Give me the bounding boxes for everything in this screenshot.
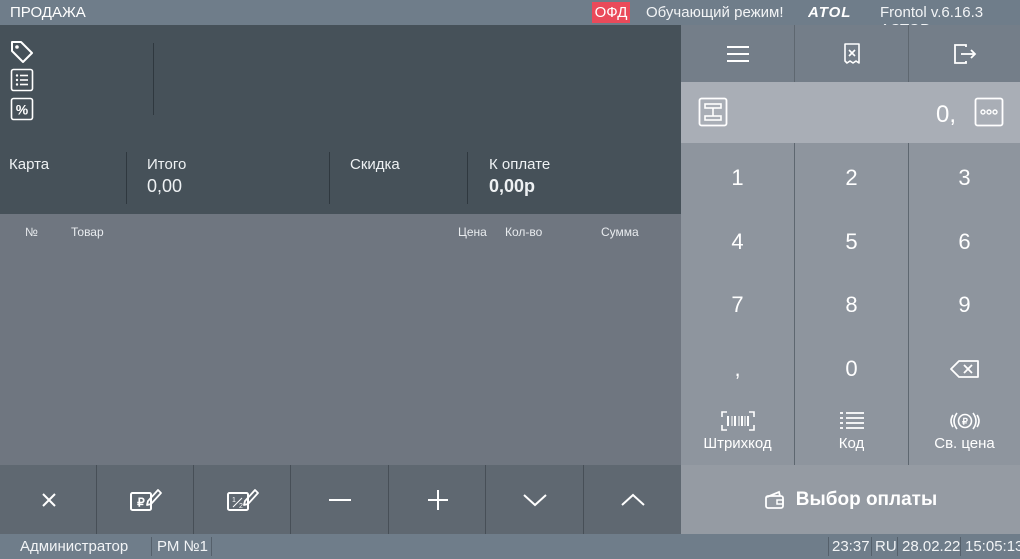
key-9[interactable]: 9 [908,273,1020,337]
divider [151,537,152,556]
divider [897,537,898,556]
chevron-down-icon [522,493,547,506]
divider [467,152,468,204]
code-label: Код [838,434,865,452]
current-user: Администратор [20,538,129,555]
column-product: Товар [71,225,104,239]
menu-button[interactable] [681,25,794,82]
key-5[interactable]: 5 [795,210,908,274]
training-mode-label: Обучающий режим! [646,4,784,21]
cancel-receipt-icon [843,42,860,64]
column-sum: Сумма [601,225,639,239]
delete-item-button[interactable] [0,465,97,534]
divider [126,152,127,204]
column-quantity: Кол-во [505,225,543,239]
logout-button[interactable] [909,25,1020,82]
minus-icon [328,498,351,501]
wallet-icon [764,490,784,509]
edit-quantity-icon: 12 [226,488,259,511]
key-6[interactable]: 6 [908,210,1020,274]
total-value: 0,00 [147,176,183,196]
key-0[interactable]: 0 [795,337,908,401]
divider [828,537,829,556]
menu-icon [726,45,749,62]
backspace-icon [949,360,979,378]
total-label: Итого [147,156,187,173]
logout-icon [953,43,976,64]
chevron-up-icon [620,493,645,506]
svg-text:ATOL: ATOL [808,4,851,20]
svg-text:%: % [16,102,29,118]
percent-icon[interactable]: % [10,97,34,121]
decrease-button[interactable] [291,465,388,534]
barcode-button[interactable]: Штрихкод [681,398,794,464]
brand-logo: ATOL [808,4,872,20]
atol-logo: ATOL [808,4,851,20]
current-time: 15:05:13 [965,538,1020,555]
divider [329,152,330,204]
divider [960,537,961,556]
more-icon [974,97,1004,127]
cancel-receipt-button[interactable] [795,25,908,82]
scale-icon [698,97,728,127]
key-2[interactable]: 2 [795,146,908,210]
key-7[interactable]: 7 [681,273,794,337]
payment-selection-button[interactable]: Выбор оплаты [681,465,1020,534]
key-8[interactable]: 8 [795,273,908,337]
divider [153,43,154,115]
edit-quantity-button[interactable]: 12 [194,465,291,534]
to-pay-value: 0,00р [489,176,536,196]
title-bar: ПРОДАЖА ОФД Обучающий режим! ATOL Fronto… [0,0,1020,38]
column-number: № [25,225,38,239]
tag-icon[interactable] [9,39,35,63]
discount-label: Скидка [350,156,400,173]
ofd-badge: ОФД [592,2,630,23]
plus-icon [427,489,448,510]
svg-text:₽: ₽ [137,495,145,509]
to-pay-label: К оплате [489,156,551,173]
key-3[interactable]: 3 [908,146,1020,210]
free-price-button[interactable]: ₽ Св. цена [908,398,1020,464]
display-value: 0, [935,101,956,128]
more-button[interactable] [974,97,1004,127]
input-display [681,82,1020,143]
key-4[interactable]: 4 [681,210,794,274]
svg-text:₽: ₽ [962,416,968,426]
payment-selection-label: Выбор оплаты [795,488,938,510]
move-down-button[interactable] [486,465,583,534]
list-icon[interactable] [10,68,34,92]
divider [871,537,872,556]
code-list-icon [839,411,864,429]
shift-time: 23:37 [832,538,870,555]
key-comma[interactable]: , [681,337,794,401]
key-1[interactable]: 1 [681,146,794,210]
status-bar: Администратор РМ №1 23:37 RU 28.02.22 15… [0,534,1020,559]
column-price: Цена [458,225,487,239]
card-label: Карта [9,156,50,173]
barcode-label: Штрихкод [703,434,772,452]
svg-text:1: 1 [232,497,236,504]
screen-title: ПРОДАЖА [10,4,86,21]
free-price-icon: ₽ [949,412,980,429]
code-button[interactable]: Код [795,398,908,464]
receipt-table [0,214,681,465]
divider [211,537,212,556]
svg-text:2: 2 [239,503,243,510]
current-date: 28.02.22 [902,538,961,555]
edit-price-button[interactable]: ₽ [97,465,194,534]
keyboard-language: RU [875,538,897,555]
scale-button[interactable] [698,97,728,127]
increase-button[interactable] [389,465,486,534]
receipt-info-panel: % Карта Итого 0,00 Скидка К оплате 0,00р [0,25,681,214]
close-icon [41,492,56,507]
free-price-label: Св. цена [934,434,995,452]
barcode-icon [720,410,755,431]
edit-price-icon: ₽ [129,488,162,511]
move-up-button[interactable] [584,465,681,534]
workstation: РМ №1 [157,538,208,555]
backspace-button[interactable] [908,337,1020,401]
